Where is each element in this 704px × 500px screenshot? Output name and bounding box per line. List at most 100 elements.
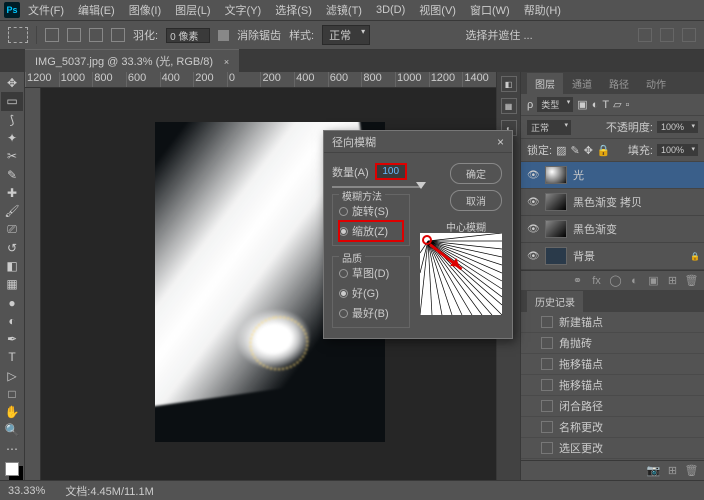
tab-paths[interactable]: 路径 [601, 73, 637, 94]
style-select[interactable]: 正常 [322, 25, 370, 45]
menu-type[interactable]: 文字(Y) [219, 0, 268, 20]
layer-name[interactable]: 黑色渐变 [573, 221, 617, 237]
filter-smart-icon[interactable]: ▫ [626, 99, 630, 111]
history-item[interactable]: 闭合路径 [521, 396, 704, 417]
wand-tool[interactable]: ✦ [1, 129, 23, 147]
history-brush-tool[interactable]: ↺ [1, 239, 23, 257]
blur-preview[interactable] [420, 233, 502, 315]
adj-icon[interactable]: ◐ [628, 274, 641, 287]
select-and-mask-button[interactable]: 选择并遮住 ... [465, 27, 532, 43]
antialias-checkbox[interactable] [218, 30, 229, 41]
menu-help[interactable]: 帮助(H) [518, 0, 567, 20]
quality-best-radio[interactable]: 最好(B) [339, 303, 403, 323]
layer-row[interactable]: 👁 黑色渐变 拷贝 [521, 189, 704, 216]
doc-size[interactable]: 文档:4.45M/11.1M [65, 483, 153, 499]
selmode-int-icon[interactable] [111, 28, 125, 42]
move-tool[interactable]: ✥ [1, 74, 23, 92]
dialog-titlebar[interactable]: 径向模糊 × [324, 131, 512, 153]
more-tools[interactable]: ⋯ [1, 440, 23, 458]
trash-icon[interactable]: 🗑 [685, 274, 698, 287]
lock-trans-icon[interactable]: ▨ [556, 144, 566, 157]
marquee-icon[interactable] [8, 27, 28, 43]
heal-tool[interactable]: ✚ [1, 184, 23, 202]
layer-thumb[interactable] [545, 193, 567, 211]
brush-tool[interactable]: 🖌 [1, 202, 23, 220]
menu-view[interactable]: 视图(V) [413, 0, 462, 20]
cancel-button[interactable]: 取消 [450, 190, 502, 211]
layer-thumb[interactable] [545, 166, 567, 184]
path-tool[interactable]: ▷ [1, 367, 23, 385]
blur-tool[interactable]: ● [1, 293, 23, 311]
menu-select[interactable]: 选择(S) [269, 0, 318, 20]
color-swatch[interactable] [1, 458, 23, 480]
link-icon[interactable]: ⚭ [571, 274, 584, 287]
zoom-level[interactable]: 33.33% [8, 485, 45, 497]
history-item[interactable]: 新建锚点 [521, 312, 704, 333]
filter-icon[interactable]: ρ [527, 99, 533, 111]
trash-icon[interactable]: 🗑 [685, 464, 698, 477]
menu-layer[interactable]: 图层(L) [169, 0, 216, 20]
lasso-tool[interactable]: ⟆ [1, 111, 23, 129]
ok-button[interactable]: 确定 [450, 163, 502, 184]
blend-mode-select[interactable]: 正常 [527, 120, 571, 135]
lock-paint-icon[interactable]: ✎ [570, 144, 579, 157]
marquee-tool[interactable]: ▭ [1, 92, 23, 110]
feather-input[interactable] [166, 28, 210, 43]
search-icon[interactable] [660, 28, 674, 42]
eraser-tool[interactable]: ◧ [1, 257, 23, 275]
filter-adj-icon[interactable]: ◐ [592, 99, 599, 111]
zoom-tool[interactable]: 🔍 [1, 421, 23, 439]
tab-layers[interactable]: 图层 [527, 73, 563, 94]
fill-input[interactable]: 100% [657, 144, 698, 156]
filter-shape-icon[interactable]: ▱ [613, 98, 621, 111]
dialog-close-icon[interactable]: × [497, 135, 504, 149]
document-tab[interactable]: IMG_5037.jpg @ 33.3% (光, RGB/8) × [25, 49, 239, 72]
filter-img-icon[interactable]: ▣ [577, 98, 587, 111]
group-icon[interactable]: ▣ [647, 274, 660, 287]
menu-window[interactable]: 窗口(W) [464, 0, 516, 20]
menu-3d[interactable]: 3D(D) [370, 2, 411, 18]
history-item[interactable]: 拖移锚点 [521, 375, 704, 396]
menu-image[interactable]: 图像(I) [123, 0, 167, 20]
eyedropper-tool[interactable]: ✎ [1, 165, 23, 183]
lock-pos-icon[interactable]: ✥ [584, 144, 593, 157]
selmode-new-icon[interactable] [45, 28, 59, 42]
pen-tool[interactable]: ✒ [1, 330, 23, 348]
color-panel-icon[interactable]: ◧ [501, 76, 517, 92]
tab-history[interactable]: 历史记录 [527, 291, 583, 312]
method-zoom-radio[interactable]: 缩放(Z) [339, 221, 403, 241]
gradient-tool[interactable]: ▦ [1, 275, 23, 293]
selmode-sub-icon[interactable] [89, 28, 103, 42]
history-item[interactable]: 角抛砖 [521, 333, 704, 354]
history-item[interactable]: 选区更改 [521, 438, 704, 459]
layer-row[interactable]: 👁 黑色渐变 [521, 216, 704, 243]
opacity-input[interactable]: 100% [657, 121, 698, 133]
layer-filter-select[interactable]: 类型 [537, 97, 573, 112]
history-item[interactable]: 拖移锚点 [521, 354, 704, 375]
layer-thumb[interactable] [545, 220, 567, 238]
mask-icon[interactable]: ◯ [609, 274, 622, 287]
swatches-panel-icon[interactable]: ▦ [501, 98, 517, 114]
tab-actions[interactable]: 动作 [638, 73, 674, 94]
fx-icon[interactable]: fx [590, 274, 603, 287]
filter-type-icon[interactable]: T [602, 99, 609, 111]
tab-channels[interactable]: 通道 [564, 73, 600, 94]
layer-name[interactable]: 背景 [573, 248, 595, 264]
visibility-icon[interactable]: 👁 [527, 170, 539, 181]
quality-good-radio[interactable]: 好(G) [339, 283, 403, 303]
stamp-tool[interactable]: ⎚ [1, 220, 23, 238]
shape-tool[interactable]: □ [1, 385, 23, 403]
type-tool[interactable]: T [1, 348, 23, 366]
layer-row[interactable]: 👁 背景 🔒 [521, 243, 704, 270]
arrange-icon[interactable] [682, 28, 696, 42]
tab-close-icon[interactable]: × [224, 57, 229, 67]
hand-tool[interactable]: ✋ [1, 403, 23, 421]
visibility-icon[interactable]: 👁 [527, 251, 539, 262]
snapshot-icon[interactable]: 📷 [647, 464, 660, 477]
new-doc-icon[interactable]: ⊞ [666, 464, 679, 477]
method-spin-radio[interactable]: 旋转(S) [339, 201, 403, 221]
menu-edit[interactable]: 编辑(E) [72, 0, 121, 20]
dodge-tool[interactable]: ◐ [1, 312, 23, 330]
selmode-add-icon[interactable] [67, 28, 81, 42]
layer-name[interactable]: 光 [573, 167, 584, 183]
